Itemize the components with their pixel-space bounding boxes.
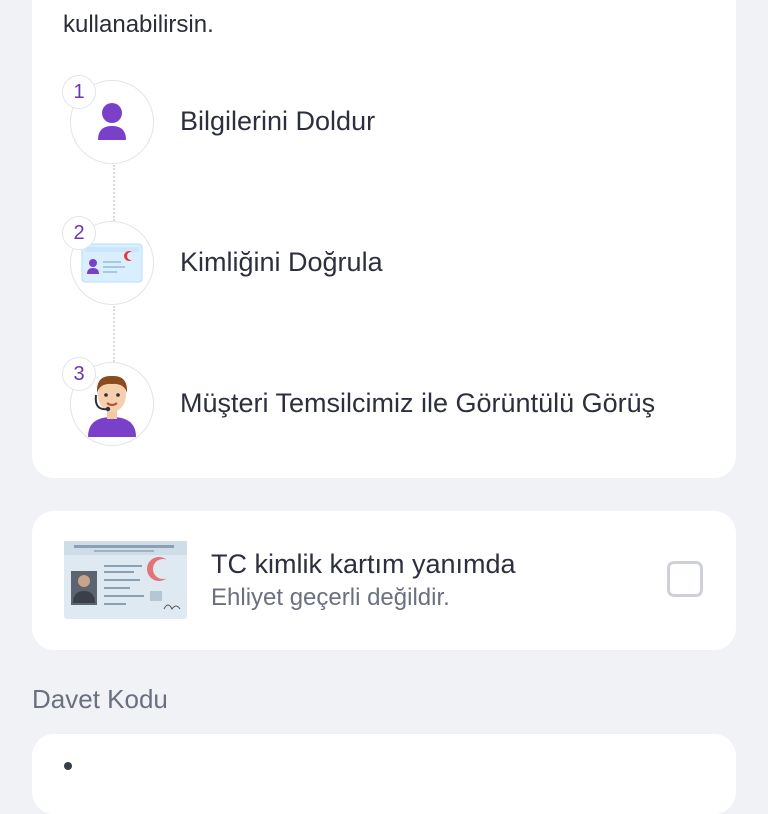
verification-steps-card: kullanabilirsin. 1 Bilgilerini Doldur 2 … [32,0,736,478]
step-1-number: 1 [62,75,96,109]
id-option-title: TC kimlik kartım yanımda [211,549,516,579]
step-1-label: Bilgilerini Doldur [180,106,376,136]
step-connector [113,306,115,362]
step-connector [113,165,115,221]
step-3-number: 3 [62,357,96,391]
code-field-icon [64,762,72,770]
id-option-subtitle: Ehliyet geçerli değildir. [211,584,450,611]
id-card-icon [81,243,143,283]
id-card-checkbox[interactable] [667,561,703,597]
id-card-option[interactable]: TC kimlik kartım yanımda Ehliyet geçerli… [32,511,736,650]
step-2-label: Kimliğini Doğrula [180,247,383,277]
step-1: 1 Bilgilerini Doldur [62,75,710,166]
step-3-label: Müşteri Temsilcimiz ile Görüntülü Görüş [180,388,656,418]
invite-code-label: Davet Kodu [32,684,168,714]
tc-id-card-image [64,541,187,619]
invite-code-field[interactable] [32,734,736,814]
step-2-number: 2 [62,216,96,250]
intro-text: kullanabilirsin. [63,11,214,38]
user-icon [98,103,126,140]
step-3: 3 Müşteri Temsilcimiz ile Görüntülü Görü… [62,357,710,448]
step-2: 2 Kimliğini Doğrula [62,216,710,307]
